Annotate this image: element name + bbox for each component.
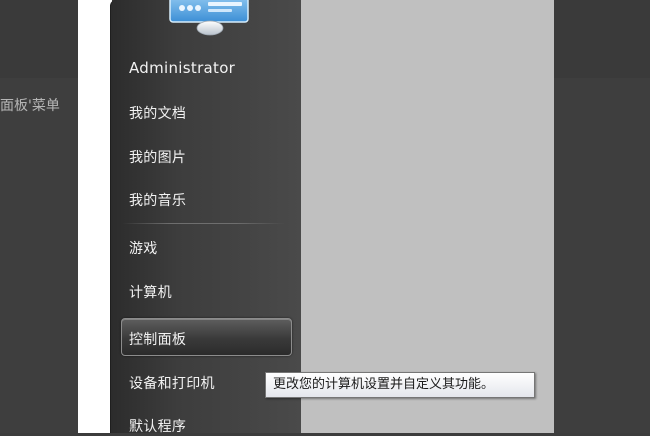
start-menu-item-pictures[interactable]: 我的图片 [129,147,186,167]
start-menu-item-documents[interactable]: 我的文档 [129,103,186,123]
user-avatar-icon[interactable] [168,0,252,36]
start-menu-right-pane [301,0,554,433]
start-menu-item-music[interactable]: 我的音乐 [129,190,186,210]
start-menu-item-games[interactable]: 游戏 [129,238,158,258]
start-menu-item-default-programs[interactable]: 默认程序 [129,416,186,436]
control-panel-tooltip: 更改您的计算机设置并自定义其功能。 [265,372,535,398]
start-menu-separator [122,223,285,224]
start-menu-item-devices-printers[interactable]: 设备和打印机 [129,373,215,393]
start-menu-user-name[interactable]: Administrator [129,59,235,77]
page-white-strip [78,0,112,433]
start-menu-item-control-panel[interactable]: 控制面板 [129,329,186,349]
start-menu-item-computer[interactable]: 计算机 [129,282,172,302]
article-text-snippet: 面板'菜单 [0,98,60,114]
